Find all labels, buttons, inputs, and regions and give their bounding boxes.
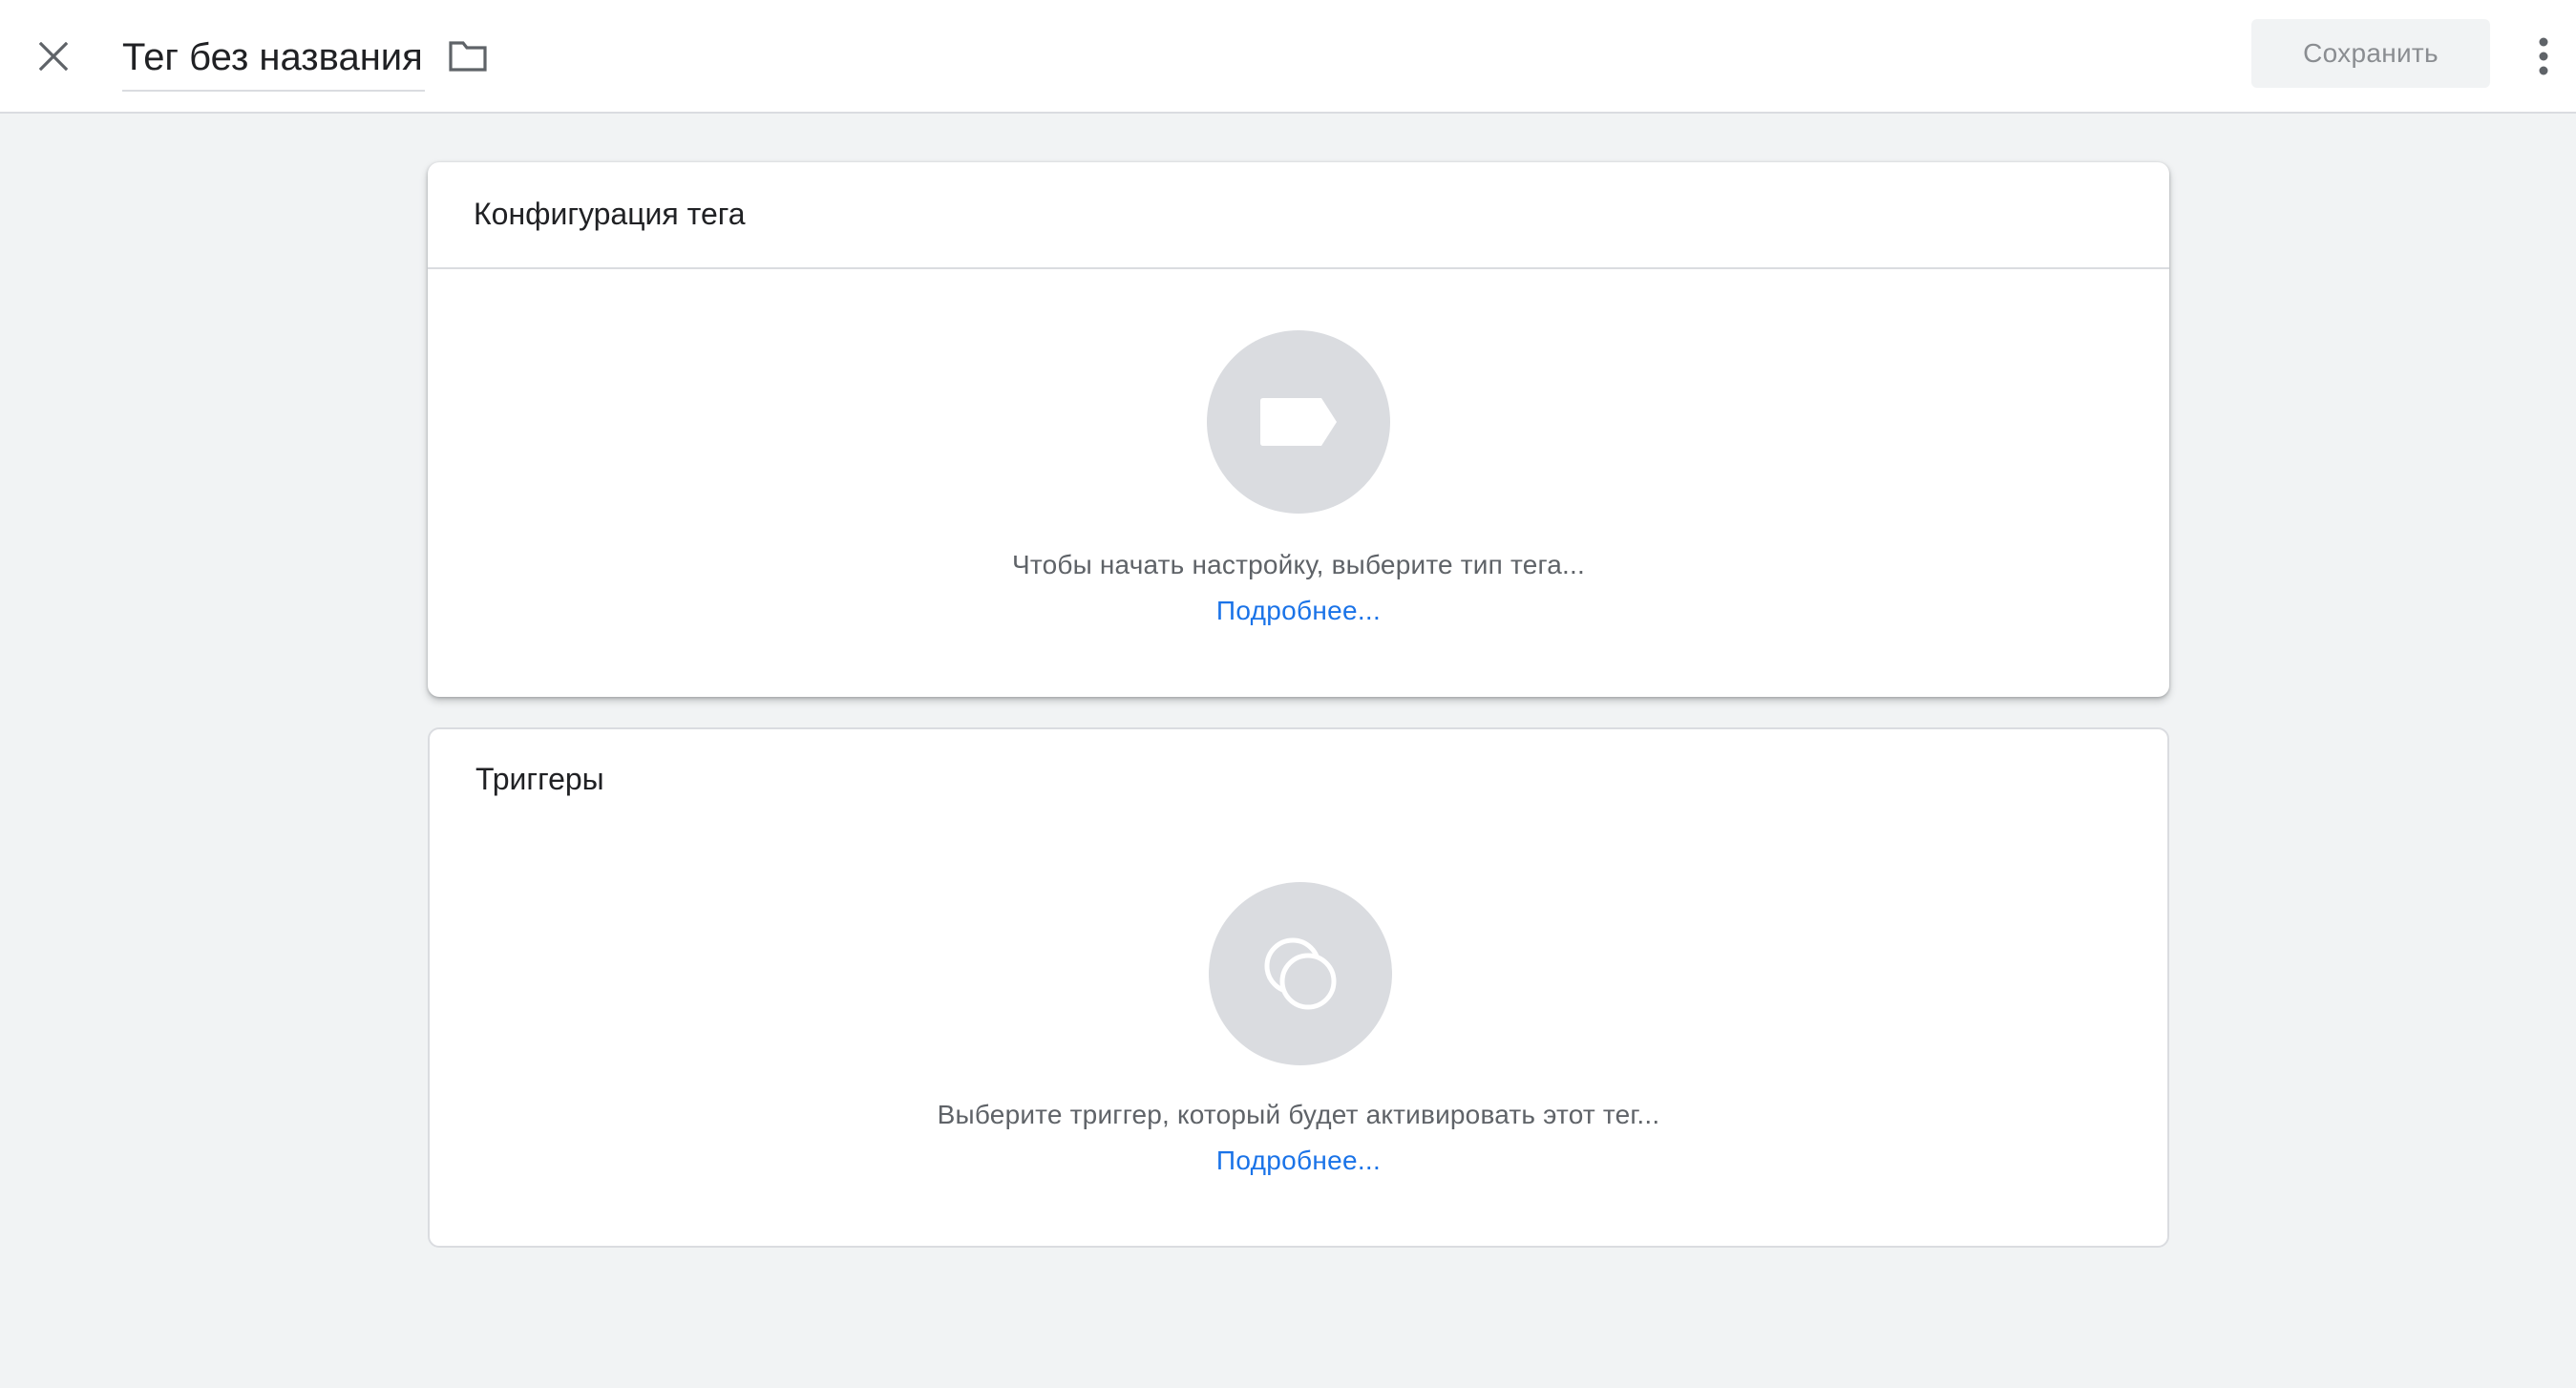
more-vert-icon	[2539, 37, 2548, 75]
triggers-title: Триггеры	[475, 762, 604, 796]
triggers-hint: Выберите триггер, который будет активиро…	[937, 1100, 1660, 1129]
tag-configuration-learn-more-row: Подробнее...	[428, 596, 2169, 626]
tag-configuration-card[interactable]: Конфигурация тега Чтобы начать настройку…	[428, 162, 2169, 697]
folder-icon	[449, 41, 487, 72]
more-options-button[interactable]	[2526, 25, 2561, 88]
tag-icon	[1260, 398, 1337, 446]
folder-button[interactable]	[445, 34, 491, 78]
tag-name-field[interactable]: Тег без названия	[122, 25, 425, 92]
tag-type-selector[interactable]	[1207, 330, 1390, 514]
triggers-learn-more-link[interactable]: Подробнее...	[1216, 1146, 1381, 1175]
save-button[interactable]: Сохранить	[2251, 19, 2490, 88]
tag-configuration-learn-more-link[interactable]: Подробнее...	[1216, 596, 1381, 625]
tag-configuration-title: Конфигурация тега	[474, 197, 746, 231]
triggers-learn-more-row: Подробнее...	[430, 1146, 2167, 1176]
trigger-selector[interactable]	[1209, 882, 1392, 1065]
tag-name-text: Тег без названия	[122, 36, 423, 78]
trigger-icon	[1264, 937, 1337, 1010]
close-button[interactable]	[29, 29, 78, 84]
triggers-card[interactable]: Триггеры Выберите триггер, который будет…	[428, 727, 2169, 1248]
top-bar: Тег без названия Сохранить	[0, 0, 2576, 114]
tag-configuration-hint: Чтобы начать настройку, выберите тип тег…	[1012, 550, 1585, 579]
card-divider	[428, 267, 2169, 269]
close-icon	[39, 42, 68, 71]
